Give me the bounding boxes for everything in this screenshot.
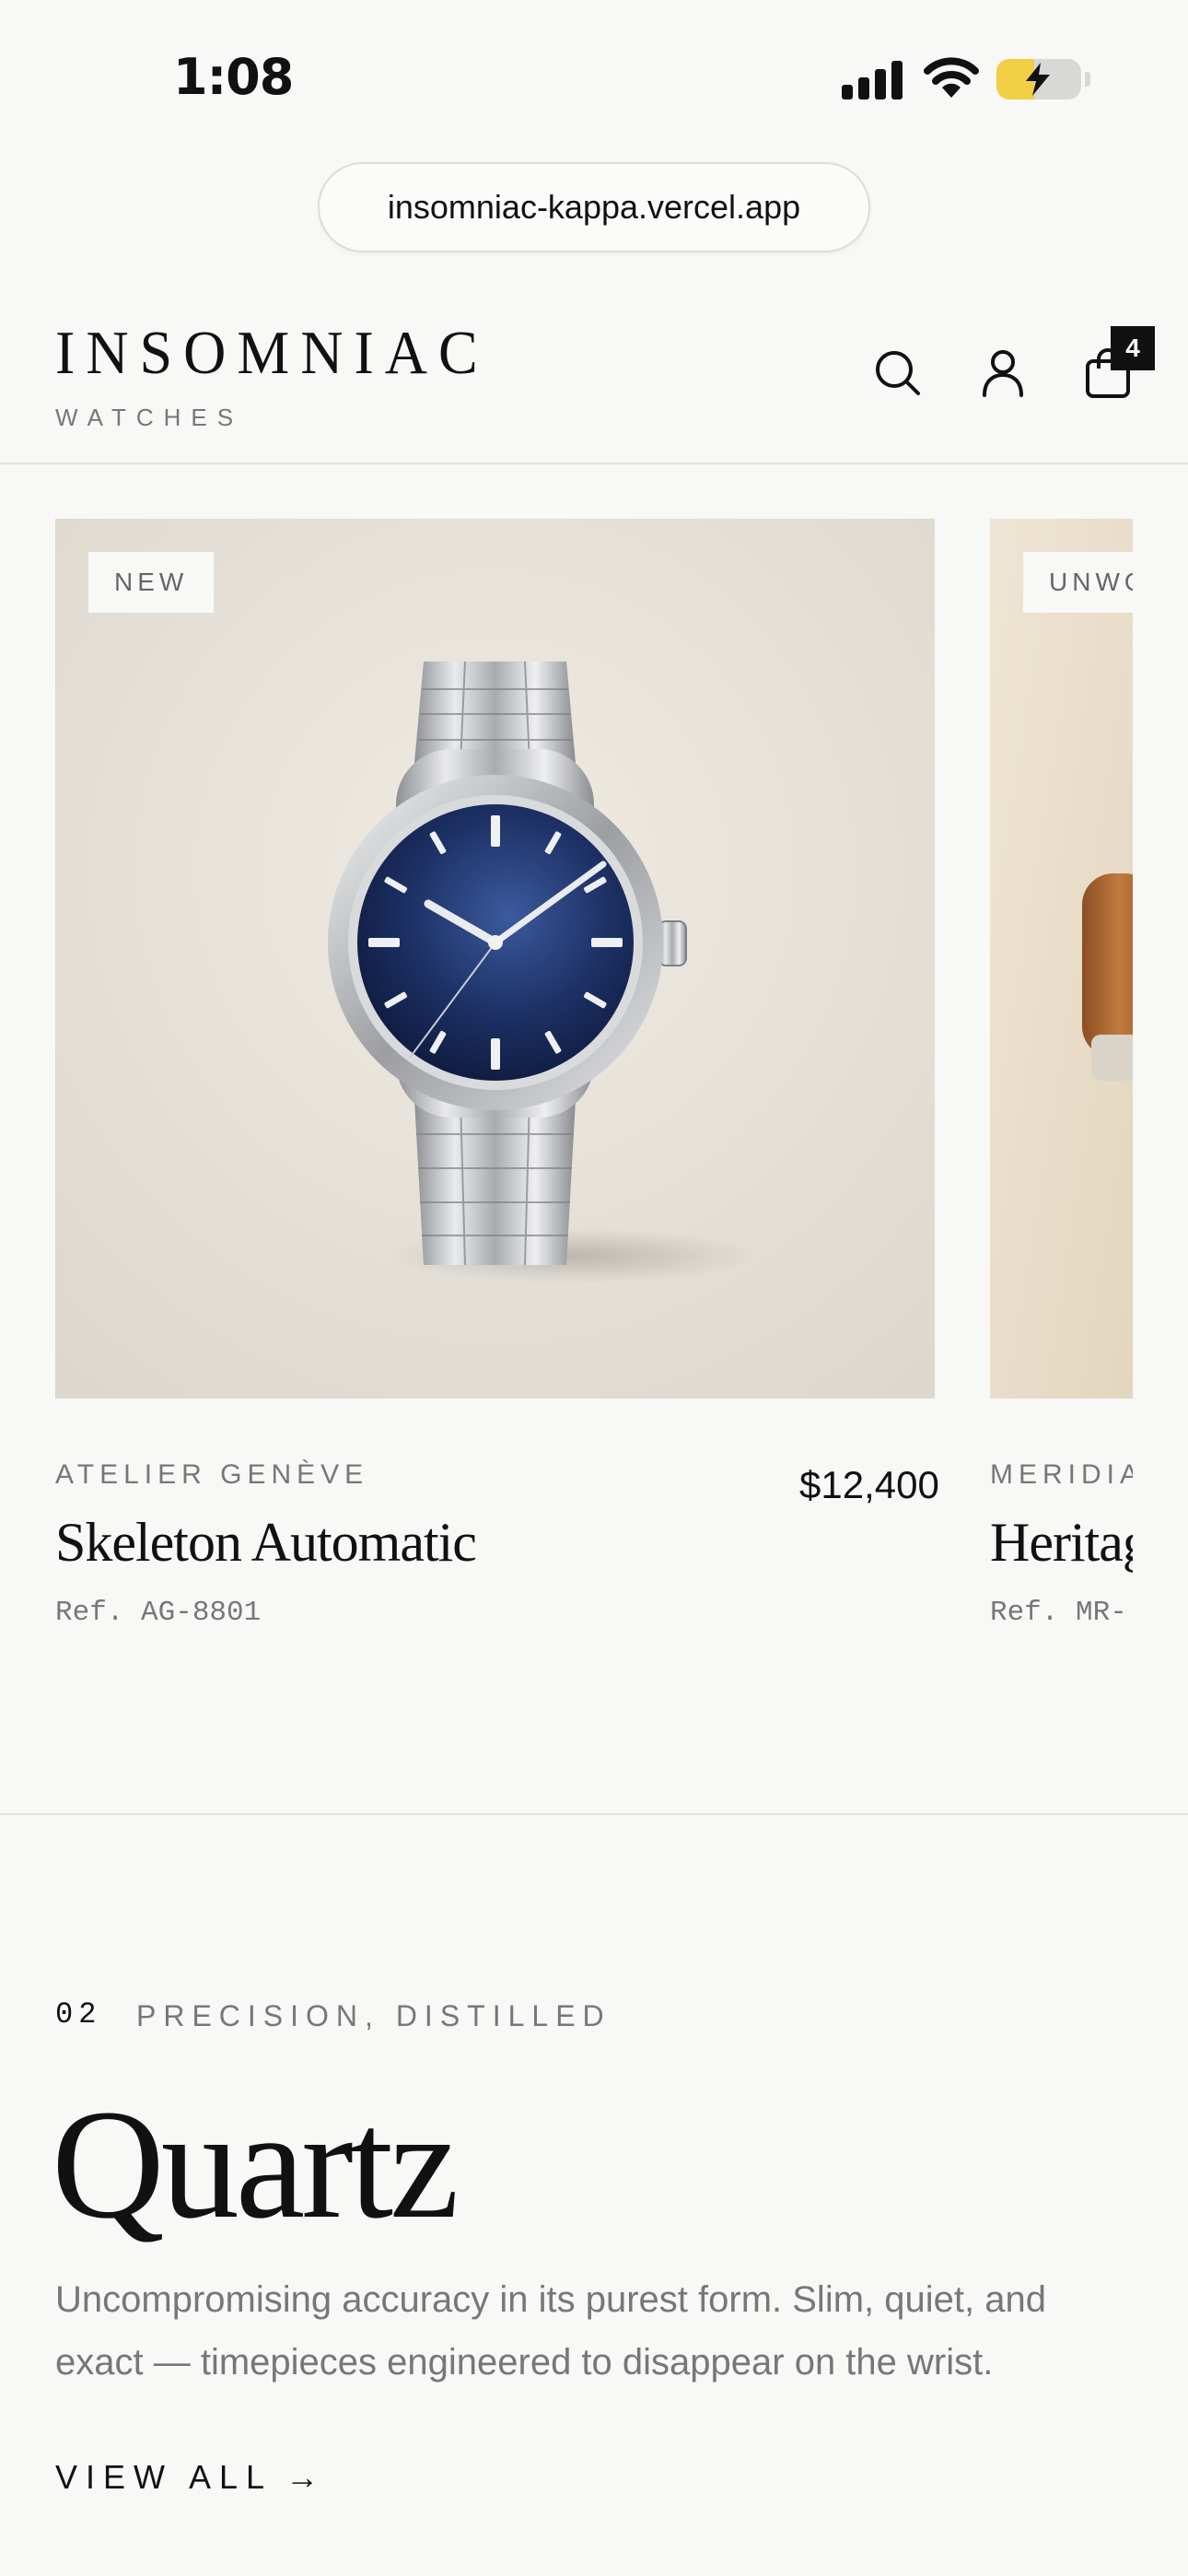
section-kicker: PRECISION, DISTILLED xyxy=(136,1999,611,2032)
battery-icon xyxy=(996,59,1081,100)
hour-index xyxy=(368,938,400,947)
view-all-link[interactable]: VIEW ALL → xyxy=(55,2458,327,2497)
url-text: insomniac-kappa.vercel.app xyxy=(387,188,801,226)
wifi-icon xyxy=(924,57,979,98)
collection-title: Quartz xyxy=(52,2078,460,2251)
product-brand: MERIDIA xyxy=(990,1459,1133,1490)
product-price: $12,400 xyxy=(799,1463,939,1506)
product-card-image[interactable]: UNWO xyxy=(990,519,1133,1399)
hour-index xyxy=(491,815,500,847)
logo-subtitle: WATCHES xyxy=(55,404,244,431)
collection-description: Uncompromising accuracy in its purest fo… xyxy=(55,2279,1046,2383)
status-time: 1:08 xyxy=(173,48,294,106)
product-card-peek-text: MERIDIA Heritage Ref. MR- xyxy=(990,1446,1133,1649)
site-header: INSOMNIAC WATCHES xyxy=(0,286,1188,464)
page: 1:08 insomniac-kappa.vercel.app INSOMNIA… xyxy=(0,0,1188,2576)
section-divider xyxy=(0,1813,1188,1815)
search-button[interactable] xyxy=(866,341,930,405)
product-tag: UNWO xyxy=(1023,552,1133,613)
search-icon xyxy=(876,351,920,395)
battery-nub xyxy=(1085,72,1090,87)
view-all-label: VIEW ALL xyxy=(55,2458,274,2496)
section-number: 02 xyxy=(55,1997,102,2032)
hour-index xyxy=(591,938,623,947)
hour-index xyxy=(491,1038,500,1070)
arrow-right-icon: → xyxy=(285,2458,328,2496)
product-name[interactable]: Skeleton Automatic xyxy=(55,1511,477,1575)
address-bar[interactable]: insomniac-kappa.vercel.app xyxy=(318,162,870,252)
watch-photo xyxy=(990,519,1133,1399)
product-ref: Ref. MR- xyxy=(990,1597,1127,1629)
status-bar: 1:08 xyxy=(0,0,1188,147)
product-name[interactable]: Heritage xyxy=(990,1511,1133,1575)
cellular-signal-icon xyxy=(842,61,906,100)
account-button[interactable] xyxy=(971,341,1035,405)
product-card-image[interactable]: NEW xyxy=(55,519,935,1399)
product-tag: NEW xyxy=(88,552,215,613)
logo[interactable]: INSOMNIAC xyxy=(55,317,489,389)
account-icon xyxy=(983,350,1023,397)
product-brand: ATELIER GENÈVE xyxy=(55,1459,369,1490)
charging-bolt-icon xyxy=(1026,63,1050,96)
cart-count-badge: 4 xyxy=(1111,326,1155,370)
watch-photo xyxy=(55,519,935,1399)
product-ref: Ref. AG-8801 xyxy=(55,1597,262,1629)
